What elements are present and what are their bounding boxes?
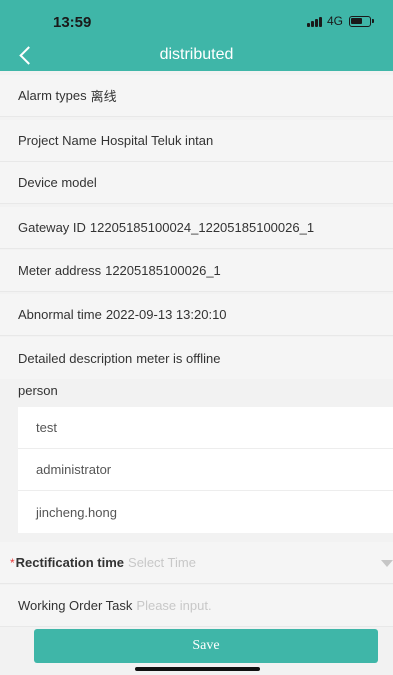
app-header: 13:59 4G distributed [0, 0, 393, 71]
info-value: 12205185100024_12205185100026_1 [89, 220, 315, 235]
dropdown-arrow-icon[interactable] [381, 560, 393, 567]
info-row-device-model: Device model [0, 162, 393, 204]
home-indicator [135, 667, 260, 671]
info-value: meter is offline [136, 350, 221, 366]
info-value: 2022-09-13 13:20:10 [105, 307, 227, 322]
info-label: Detailed description [18, 350, 133, 366]
rectification-time-field[interactable]: * Rectification time Select Time [0, 542, 393, 584]
signal-icon [306, 16, 323, 27]
page-title: distributed [159, 46, 234, 63]
info-label: Gateway ID [18, 220, 86, 235]
status-indicators: 4G [306, 13, 374, 29]
info-row-alarm-types: Alarm types 离线 [0, 75, 393, 117]
info-label: Alarm types [18, 88, 87, 103]
network-label: 4G [326, 14, 343, 28]
rectification-time-label: Rectification time [15, 555, 125, 570]
info-label: Device model [18, 175, 97, 190]
save-button[interactable]: Save [34, 629, 378, 663]
person-item-test[interactable]: test [18, 407, 393, 449]
info-row-abnormal-time: Abnormal time 2022-09-13 13:20:10 [0, 294, 393, 336]
select-time-placeholder[interactable]: Select Time [128, 555, 196, 570]
nav-bar: distributed [0, 41, 393, 71]
working-order-task-field[interactable]: Working Order Task Please input. [0, 585, 393, 627]
info-row-description: Detailed description meter is offline [0, 337, 393, 379]
info-row-project-name: Project Name Hospital Teluk intan [0, 120, 393, 162]
required-mark: * [10, 555, 15, 570]
person-item-administrator[interactable]: administrator [18, 449, 393, 491]
info-row-meter-address: Meter address 12205185100026_1 [0, 250, 393, 292]
info-value: 12205185100026_1 [105, 263, 221, 278]
info-row-gateway-id: Gateway ID 12205185100024_12205185100026… [0, 207, 393, 249]
person-label: person [18, 383, 58, 398]
info-value: Hospital Teluk intan [100, 133, 214, 148]
info-label: Abnormal time [18, 307, 102, 322]
battery-icon [349, 15, 374, 27]
status-bar: 13:59 4G [0, 0, 393, 40]
info-label: Project Name [18, 133, 97, 148]
working-order-task-label: Working Order Task [18, 598, 133, 613]
status-time: 13:59 [53, 14, 92, 31]
person-list: test administrator jincheng.hong [18, 407, 393, 533]
person-item-jincheng-hong[interactable]: jincheng.hong [18, 491, 393, 533]
info-value: 离线 [90, 89, 117, 104]
working-order-task-input[interactable]: Please input. [136, 598, 211, 613]
info-label: Meter address [18, 263, 102, 278]
